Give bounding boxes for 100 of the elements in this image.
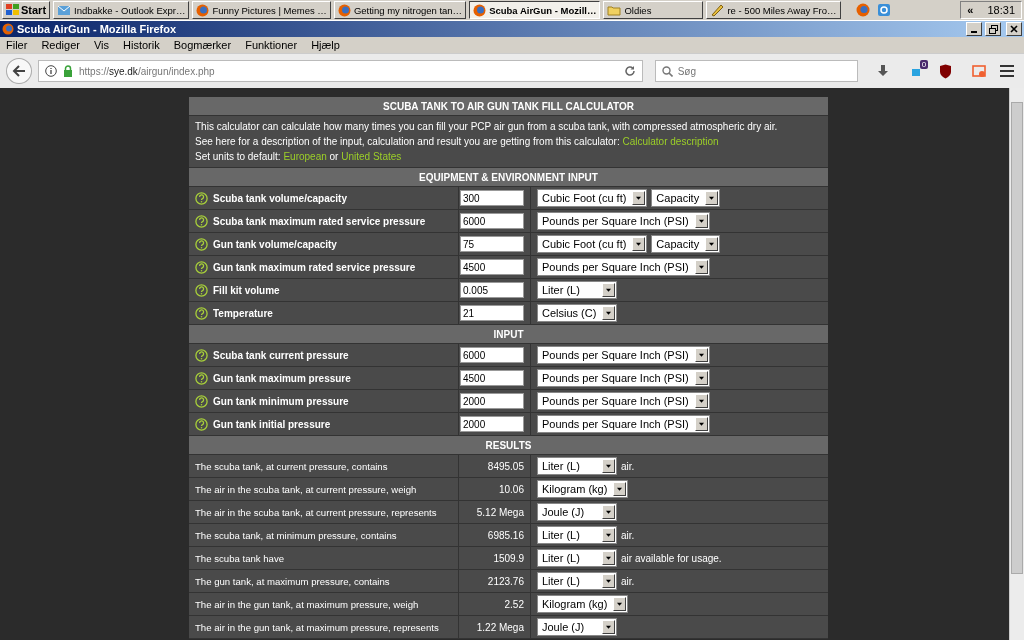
scrollbar[interactable] xyxy=(1009,88,1024,640)
value-input[interactable]: 75 xyxy=(460,236,524,252)
unit-dropdown[interactable]: Cubic Foot (cu ft) xyxy=(537,189,648,207)
app-icon[interactable] xyxy=(876,3,891,17)
folder-icon xyxy=(607,4,622,16)
browser-logo-icon xyxy=(2,23,14,35)
unit-dropdown[interactable]: Kilogram (kg) xyxy=(537,480,629,498)
taskbar-button[interactable]: Oldies xyxy=(603,1,704,19)
field-label: Scuba tank volume/capacity xyxy=(213,192,347,204)
start-button[interactable]: Start xyxy=(2,1,51,19)
window-title: Scuba AirGun - Mozilla Firefox xyxy=(17,23,177,35)
units-link[interactable]: European xyxy=(283,151,327,162)
unit-dropdown[interactable]: Liter (L) xyxy=(537,457,617,475)
taskbar-button[interactable]: Getting my nitrogen tan… xyxy=(333,1,467,19)
field-label: The scuba tank, at current pressure, contains xyxy=(195,460,388,472)
value-input[interactable]: 6000 xyxy=(460,213,524,229)
value-input[interactable]: 300 xyxy=(460,190,524,206)
help-icon[interactable] xyxy=(195,306,208,320)
menu-item[interactable]: Historik xyxy=(123,39,160,51)
close-icon xyxy=(1010,25,1018,33)
browser-icon[interactable] xyxy=(855,3,870,17)
caret-icon xyxy=(694,394,708,408)
lock-icon xyxy=(62,65,73,77)
taskbar-button[interactable]: re - 500 Miles Away Fro… xyxy=(706,1,841,19)
reload-icon[interactable] xyxy=(623,65,636,77)
restore-button[interactable] xyxy=(985,22,1001,36)
url-field[interactable]: https://sye.dk/airgun/index.php xyxy=(37,60,643,82)
taskbar-button[interactable]: Funny Pictures | Memes … xyxy=(192,1,331,19)
help-icon[interactable] xyxy=(195,260,208,274)
help-icon[interactable] xyxy=(195,371,208,385)
field-label: The air in the scuba tank, at current pressure, weigh xyxy=(195,483,417,495)
menu-item[interactable]: Filer xyxy=(6,39,28,51)
value-input[interactable]: 4500 xyxy=(460,370,524,386)
back-arrow-icon xyxy=(11,65,26,77)
field-label: Scuba tank current pressure xyxy=(213,349,349,361)
unit-dropdown[interactable]: Liter (L) xyxy=(537,572,617,590)
field-label: Gun tank volume/capacity xyxy=(213,238,337,250)
help-icon[interactable] xyxy=(195,191,208,205)
unit-dropdown[interactable]: Cubic Foot (cu ft) xyxy=(537,235,648,253)
unit-dropdown[interactable]: Liter (L) xyxy=(537,281,617,299)
unit-dropdown[interactable]: Joule (J) xyxy=(537,618,617,636)
value-input[interactable]: 2000 xyxy=(460,416,524,432)
unit-dropdown[interactable]: Liter (L) xyxy=(537,526,617,544)
unit-dropdown[interactable]: Pounds per Square Inch (PSI) xyxy=(537,369,710,387)
unit-dropdown[interactable]: Pounds per Square Inch (PSI) xyxy=(537,346,710,364)
close-button[interactable] xyxy=(1006,22,1022,36)
result-value: 5.12 Mega xyxy=(476,506,524,518)
help-icon[interactable] xyxy=(195,348,208,362)
menu-item[interactable]: Bogmærker xyxy=(173,39,232,51)
unit-dropdown[interactable]: Pounds per Square Inch (PSI) xyxy=(537,392,710,410)
units-link[interactable]: United States xyxy=(341,151,402,162)
caret-icon xyxy=(613,482,627,496)
unit-dropdown[interactable]: Pounds per Square Inch (PSI) xyxy=(537,415,710,433)
calculator-title: SCUBA TANK TO AIR GUN TANK FILL CALCULATOR xyxy=(189,97,828,116)
caret-icon xyxy=(694,214,708,228)
caret-icon xyxy=(602,574,615,588)
field-label: The air in the gun tank, at maximum pressure, weigh xyxy=(195,598,419,610)
tray-toggle-button[interactable]: « xyxy=(967,4,974,16)
help-icon[interactable] xyxy=(195,214,208,228)
unit-dropdown[interactable]: Celsius (C) xyxy=(537,304,618,322)
unit-dropdown[interactable]: Kilogram (kg) xyxy=(537,595,629,613)
menu-item[interactable]: Vis xyxy=(93,39,109,51)
search-icon xyxy=(661,65,673,77)
restore-icon xyxy=(988,24,998,34)
unit-dropdown[interactable]: Capacity xyxy=(651,189,721,207)
minimize-button[interactable] xyxy=(966,22,982,36)
back-button[interactable] xyxy=(6,58,32,84)
value-input[interactable]: 21 xyxy=(460,305,524,321)
taskbar-button[interactable]: Indbakke - Outlook Expr… xyxy=(53,1,190,19)
help-icon[interactable] xyxy=(195,283,208,297)
value-input[interactable]: 2000 xyxy=(460,393,524,409)
field-label: The scuba tank, at minimum pressure, contains xyxy=(195,529,397,541)
unit-dropdown[interactable]: Capacity xyxy=(651,235,721,253)
result-value: 8495.05 xyxy=(487,460,524,472)
value-input[interactable]: 0.005 xyxy=(460,282,524,298)
menu-item[interactable]: Rediger xyxy=(41,39,80,51)
field-label: Gun tank maximum pressure xyxy=(213,372,351,384)
help-icon[interactable] xyxy=(195,237,208,251)
field-label: Gun tank initial pressure xyxy=(213,418,331,430)
field-label: Scuba tank maximum rated service pressure xyxy=(213,215,426,227)
search-field[interactable]: Søg xyxy=(654,60,859,82)
value-input[interactable]: 6000 xyxy=(460,347,524,363)
caret-icon xyxy=(602,459,615,473)
section-heading: EQUIPMENT & ENVIRONMENT INPUT xyxy=(189,168,828,187)
menu-item[interactable]: Hjælp xyxy=(311,39,340,51)
menu-item[interactable]: Funktioner xyxy=(245,39,298,51)
description-link[interactable]: Calculator description xyxy=(622,136,719,147)
unit-dropdown[interactable]: Pounds per Square Inch (PSI) xyxy=(537,212,710,230)
unit-dropdown[interactable]: Liter (L) xyxy=(537,549,617,567)
caret-icon xyxy=(694,417,708,431)
field-label: Gun tank minimum pressure xyxy=(213,395,349,407)
caret-icon xyxy=(694,371,708,385)
unit-dropdown[interactable]: Joule (J) xyxy=(537,503,617,521)
value-input[interactable]: 4500 xyxy=(460,259,524,275)
taskbar-button[interactable]: Scuba AirGun - Mozill… xyxy=(469,1,601,19)
extension-button[interactable]: 0 xyxy=(906,60,929,82)
help-icon[interactable] xyxy=(195,394,208,408)
unit-dropdown[interactable]: Pounds per Square Inch (PSI) xyxy=(537,258,710,276)
globe-icon xyxy=(196,3,210,17)
help-icon[interactable] xyxy=(195,417,208,431)
